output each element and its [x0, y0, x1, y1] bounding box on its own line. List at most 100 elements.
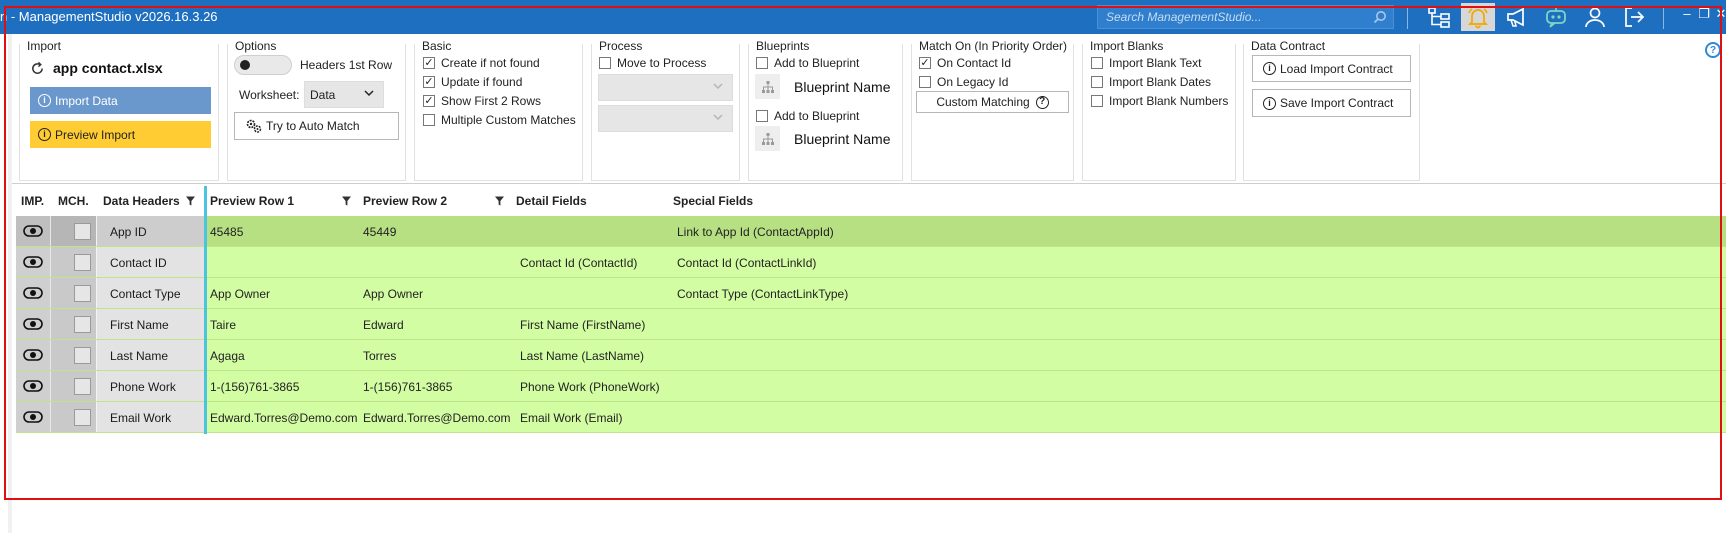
preview-row-2-cell: App Owner [363, 287, 424, 301]
mch-checkbox[interactable] [74, 377, 91, 395]
filter-icon[interactable] [185, 196, 195, 206]
mch-checkbox[interactable] [74, 346, 91, 364]
checkbox-box[interactable] [423, 76, 435, 88]
column-header-detail-fields[interactable]: Detail Fields [516, 194, 587, 208]
preview-import-button[interactable]: i Preview Import [30, 121, 211, 148]
special-field-cell[interactable]: Contact Type (ContactLinkType) [677, 287, 848, 301]
add-to-blueprint-checkbox-1[interactable]: Add to Blueprint [756, 56, 859, 70]
gears-icon [246, 119, 262, 133]
table-row[interactable]: App ID 45485 45449 Link to App Id (ContactA… [16, 216, 1726, 247]
update-if-found-checkbox[interactable]: Update if found [423, 75, 522, 89]
blueprint-picker-1[interactable]: Blueprint Name [755, 74, 891, 99]
checkbox-box[interactable] [599, 57, 611, 69]
checkbox-box[interactable] [756, 110, 768, 122]
custom-matching-button[interactable]: Custom Matching ? [916, 91, 1069, 113]
imp-toggle[interactable] [16, 216, 50, 246]
checkbox-box[interactable] [919, 57, 931, 69]
table-row[interactable]: Contact Type App Owner App Owner Contact Ty… [16, 278, 1726, 309]
import-blank-numbers-checkbox[interactable]: Import Blank Numbers [1091, 94, 1228, 108]
data-contract-group: Data Contract i Load Import Contract i S… [1243, 39, 1420, 181]
blueprint-picker-2[interactable]: Blueprint Name [755, 126, 891, 151]
eye-icon[interactable] [23, 254, 43, 270]
megaphone-icon[interactable] [1500, 3, 1534, 31]
save-import-contract-button[interactable]: i Save Import Contract [1252, 89, 1411, 117]
checkbox-box[interactable] [1091, 76, 1103, 88]
column-header-mch[interactable]: MCH. [58, 194, 89, 208]
filter-icon[interactable] [342, 196, 352, 206]
detail-field-cell[interactable]: Email Work (Email) [520, 411, 622, 425]
mch-checkbox[interactable] [74, 284, 91, 302]
checkbox-box[interactable] [1091, 57, 1103, 69]
headers-first-row-toggle[interactable] [234, 55, 292, 75]
column-header-special-fields[interactable]: Special Fields [673, 194, 753, 208]
hierarchy-icon[interactable] [1422, 3, 1456, 31]
eye-icon[interactable] [23, 223, 43, 239]
imp-toggle[interactable] [16, 340, 50, 370]
show-first-2-rows-checkbox[interactable]: Show First 2 Rows [423, 94, 541, 108]
process-step-select[interactable] [598, 105, 733, 132]
search-input[interactable]: Search ManagementStudio... [1097, 5, 1394, 29]
checkbox-box[interactable] [1091, 95, 1103, 107]
checkbox-box[interactable] [756, 57, 768, 69]
import-blank-dates-checkbox[interactable]: Import Blank Dates [1091, 75, 1211, 89]
filter-icon[interactable] [495, 196, 505, 206]
imp-toggle[interactable] [16, 309, 50, 339]
mch-checkbox[interactable] [74, 315, 91, 333]
special-field-cell[interactable]: Link to App Id (ContactAppId) [677, 225, 834, 239]
mch-checkbox[interactable] [74, 253, 91, 271]
multiple-custom-matches-checkbox[interactable]: Multiple Custom Matches [423, 113, 576, 127]
special-field-cell[interactable]: Contact Id (ContactLinkId) [677, 256, 816, 270]
create-if-not-found-checkbox[interactable]: Create if not found [423, 56, 540, 70]
move-to-process-checkbox[interactable]: Move to Process [599, 56, 706, 70]
search-icon[interactable] [1373, 10, 1387, 24]
checkbox-box[interactable] [919, 76, 931, 88]
blueprints-group: Blueprints Add to Blueprint Blueprint Na… [748, 39, 903, 181]
process-select[interactable] [598, 74, 733, 101]
import-blank-text-checkbox[interactable]: Import Blank Text [1091, 56, 1201, 70]
detail-field-cell[interactable]: Phone Work (PhoneWork) [520, 380, 660, 394]
column-header-imp[interactable]: IMP. [21, 194, 44, 208]
refresh-icon[interactable] [30, 61, 45, 76]
eye-icon[interactable] [23, 285, 43, 301]
minimize-button[interactable]: – [1680, 6, 1694, 26]
close-button[interactable]: ✕ [1714, 6, 1726, 26]
chatbot-icon[interactable] [1539, 3, 1573, 31]
restore-button[interactable]: ❐ [1697, 6, 1711, 26]
logout-icon[interactable] [1617, 3, 1651, 31]
options-group: Options Headers 1st Row Worksheet: Data … [227, 39, 406, 181]
imp-toggle[interactable] [16, 247, 50, 277]
imp-toggle[interactable] [16, 278, 50, 308]
checkbox-box[interactable] [423, 95, 435, 107]
column-header-preview-row-1[interactable]: Preview Row 1 [210, 194, 352, 208]
auto-match-button[interactable]: Try to Auto Match [234, 112, 399, 140]
eye-icon[interactable] [23, 316, 43, 332]
table-row[interactable]: First Name Taire Edward First Name (FirstNa… [16, 309, 1726, 340]
import-data-button[interactable]: i Import Data [30, 87, 211, 114]
eye-icon[interactable] [23, 409, 43, 425]
worksheet-select[interactable]: Data [304, 81, 384, 108]
table-row[interactable]: Email Work Edward.Torres@Demo.com Edward.T… [16, 402, 1726, 433]
on-legacy-id-checkbox[interactable]: On Legacy Id [919, 75, 1008, 89]
user-icon[interactable] [1578, 3, 1612, 31]
detail-field-cell[interactable]: First Name (FirstName) [520, 318, 645, 332]
eye-icon[interactable] [23, 347, 43, 363]
mch-checkbox[interactable] [74, 222, 91, 240]
checkbox-box[interactable] [423, 57, 435, 69]
eye-icon[interactable] [23, 378, 43, 394]
load-import-contract-button[interactable]: i Load Import Contract [1252, 55, 1411, 82]
imp-toggle[interactable] [16, 371, 50, 401]
table-row[interactable]: Contact ID Contact Id (ContactId) Contact … [16, 247, 1726, 278]
add-to-blueprint-checkbox-2[interactable]: Add to Blueprint [756, 109, 859, 123]
table-row[interactable]: Last Name Agaga Torres Last Name (LastName) [16, 340, 1726, 371]
checkbox-box[interactable] [423, 114, 435, 126]
on-contact-id-checkbox[interactable]: On Contact Id [919, 56, 1011, 70]
bell-icon[interactable] [1461, 3, 1495, 31]
table-row[interactable]: Phone Work 1-(156)761-3865 1-(156)761-3865… [16, 371, 1726, 402]
detail-field-cell[interactable]: Contact Id (ContactId) [520, 256, 637, 270]
detail-field-cell[interactable]: Last Name (LastName) [520, 349, 644, 363]
column-header-preview-row-2[interactable]: Preview Row 2 [363, 194, 505, 208]
column-header-data-headers[interactable]: Data Headers [103, 194, 195, 208]
imp-toggle[interactable] [16, 402, 50, 432]
help-icon[interactable]: ? [1705, 42, 1721, 58]
mch-checkbox[interactable] [74, 408, 91, 426]
